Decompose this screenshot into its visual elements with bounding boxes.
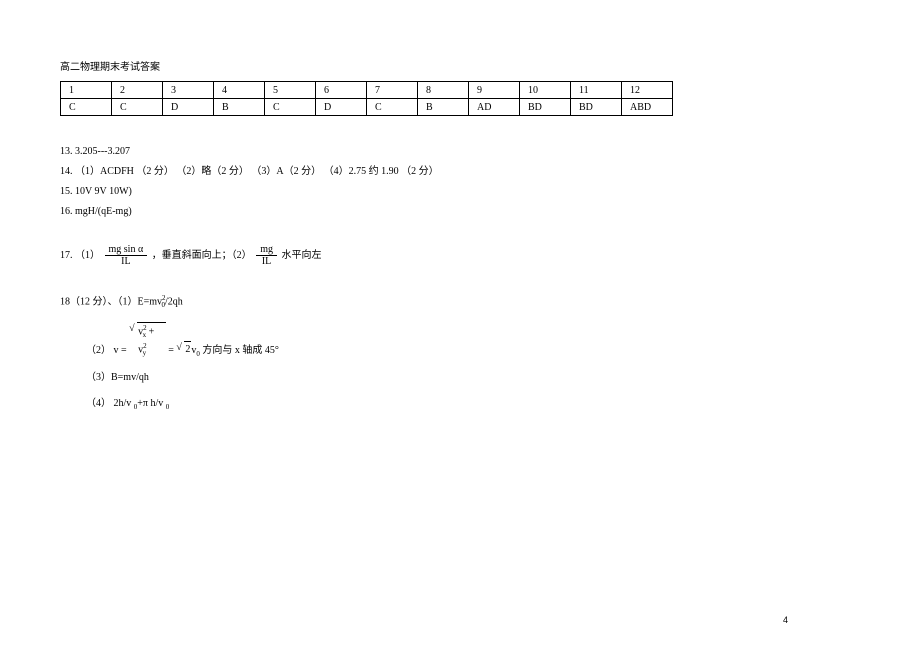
table-row-headers: 1 2 3 4 5 6 7 8 9 10 11 12 <box>61 82 673 99</box>
answer-table: 1 2 3 4 5 6 7 8 9 10 11 12 C C D B C D C… <box>60 81 673 116</box>
td: C <box>112 99 163 116</box>
td: BD <box>571 99 622 116</box>
q14: 14. （1）ACDFH （2 分） （2）略（2 分） （3）A（2 分） （… <box>60 164 860 180</box>
th: 4 <box>214 82 265 99</box>
frac-den: IL <box>105 256 148 267</box>
q18-p4-mid: +π h/v <box>137 398 163 409</box>
q17-text2: 水平向左 <box>281 250 321 261</box>
q18-p2-tail: 方向与 x 轴成 45° <box>202 344 279 355</box>
q18-p1-tail: /2qh <box>165 296 183 307</box>
td: C <box>265 99 316 116</box>
td: BD <box>520 99 571 116</box>
th: 8 <box>418 82 469 99</box>
frac-den: IL <box>256 256 277 267</box>
td: B <box>214 99 265 116</box>
td: D <box>163 99 214 116</box>
q18-p3: （3）B=mv/qh <box>86 370 860 386</box>
sqrt-icon: 2 <box>176 341 191 358</box>
frac-num: mg sin α <box>105 244 148 256</box>
td: AD <box>469 99 520 116</box>
th: 9 <box>469 82 520 99</box>
q18-p2-label: （2） v = <box>86 344 127 355</box>
td: C <box>61 99 112 116</box>
page-number: 4 <box>783 615 788 625</box>
td: B <box>418 99 469 116</box>
q17-label: 17. （1） <box>60 250 100 261</box>
frac-num: mg <box>256 244 277 256</box>
th: 2 <box>112 82 163 99</box>
q18-p2: （2） v = v2x + v2y = 2v0 方向与 x 轴成 45° <box>86 322 860 360</box>
q13: 13. 3.205---3.207 <box>60 144 860 160</box>
page-title: 高二物理期末考试答案 <box>60 58 860 73</box>
th: 5 <box>265 82 316 99</box>
td: D <box>316 99 367 116</box>
q18-p4-a: （4） 2h/v <box>86 398 134 409</box>
td: C <box>367 99 418 116</box>
th: 1 <box>61 82 112 99</box>
q18-p2-eq: = <box>168 344 176 355</box>
table-row-answers: C C D B C D C B AD BD BD ABD <box>61 99 673 116</box>
q18-p4: （4） 2h/v 0+π h/v 0 <box>86 396 860 413</box>
q17-text1: ，垂直斜面向上；（2） <box>152 250 252 261</box>
q17-frac2: mg IL <box>256 244 277 267</box>
sub: 0 <box>196 349 200 357</box>
th: 10 <box>520 82 571 99</box>
q17-frac1: mg sin α IL <box>105 244 148 267</box>
q18: 18（12 分）、（1）E=mv20/2qh （2） v = v2x + v2y… <box>60 293 860 413</box>
q18-p1-text: 18（12 分）、（1）E=mv <box>60 296 162 307</box>
q15: 15. 10V 9V 10W) <box>60 184 860 200</box>
q16: 16. mgH/(qE-mg) <box>60 204 860 220</box>
sub: 0 <box>166 403 170 411</box>
q17: 17. （1） mg sin α IL ，垂直斜面向上；（2） mg IL 水平… <box>60 244 860 267</box>
th: 12 <box>622 82 673 99</box>
sqrt-icon: v2x + v2y <box>129 322 166 360</box>
th: 7 <box>367 82 418 99</box>
th: 3 <box>163 82 214 99</box>
th: 6 <box>316 82 367 99</box>
th: 11 <box>571 82 622 99</box>
td: ABD <box>622 99 673 116</box>
q18-p1: 18（12 分）、（1）E=mv20/2qh <box>60 293 860 312</box>
